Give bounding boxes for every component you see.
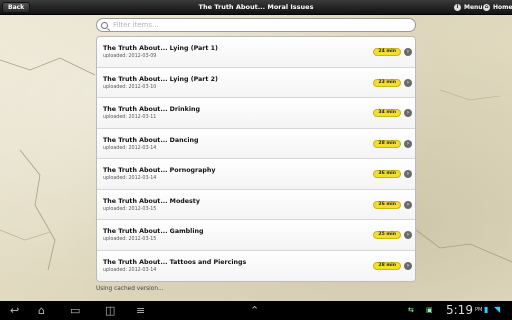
recent-apps-icon[interactable]: ▭ bbox=[70, 304, 80, 317]
usb-icon: ⇆ bbox=[408, 306, 414, 314]
filter-input[interactable] bbox=[113, 21, 403, 29]
item-uploaded: uploaded: 2012-03-14 bbox=[103, 145, 157, 151]
home-label: Home bbox=[493, 4, 512, 11]
screenshot-icon[interactable]: ◫ bbox=[105, 304, 115, 317]
list-item[interactable]: The Truth About... Pornography uploaded:… bbox=[97, 159, 415, 190]
item-uploaded: uploaded: 2012-03-15 bbox=[103, 206, 157, 212]
chevron-right-icon[interactable]: › bbox=[404, 109, 412, 117]
list-item[interactable]: The Truth About... Lying (Part 2) upload… bbox=[97, 67, 415, 98]
duration-badge: 23 min bbox=[373, 78, 401, 87]
list-item[interactable]: The Truth About... Drinking uploaded: 20… bbox=[97, 98, 415, 129]
duration-badge: 28 min bbox=[373, 139, 401, 148]
filter-bar bbox=[96, 18, 416, 32]
item-title: The Truth About... Modesty bbox=[103, 197, 200, 205]
chevron-right-icon[interactable]: › bbox=[404, 261, 412, 270]
clock: 5:19 bbox=[446, 303, 473, 317]
item-uploaded: uploaded: 2012-03-14 bbox=[103, 267, 157, 273]
page-title: The Truth About... Moral Issues bbox=[198, 3, 314, 11]
item-uploaded: uploaded: 2012-03-11 bbox=[103, 115, 157, 120]
item-uploaded: uploaded: 2012-03-09 bbox=[103, 54, 157, 59]
list-item[interactable]: The Truth About... Gambling uploaded: 20… bbox=[97, 220, 415, 251]
home-icon: ⌂ bbox=[483, 4, 490, 11]
system-nav-bar: ↩ ⌂ ▭ ◫ ≡ ⌃ ⇆ ▣ 5:19 PM ▮ ◥ bbox=[0, 301, 512, 320]
top-bar: Back The Truth About... Moral Issues i M… bbox=[0, 0, 512, 15]
chevron-right-icon[interactable]: › bbox=[404, 231, 412, 239]
duration-badge: 26 min bbox=[373, 200, 401, 209]
item-title: The Truth About... Lying (Part 2) bbox=[103, 75, 218, 83]
chevron-right-icon[interactable]: › bbox=[404, 200, 412, 209]
item-title: The Truth About... Drinking bbox=[103, 106, 200, 113]
info-icon: i bbox=[454, 4, 461, 11]
menu-nav-icon[interactable]: ≡ bbox=[136, 304, 145, 317]
battery-icon: ▮ bbox=[484, 305, 489, 314]
item-title: The Truth About... Dancing bbox=[103, 136, 199, 144]
list-item[interactable]: The Truth About... Tattoos and Piercings… bbox=[97, 250, 415, 281]
duration-badge: 24 min bbox=[373, 48, 401, 56]
duration-badge: 28 min bbox=[373, 261, 401, 270]
duration-badge: 25 min bbox=[373, 231, 401, 239]
duration-badge: 34 min bbox=[373, 109, 401, 117]
wifi-icon: ◥ bbox=[494, 305, 501, 314]
chevron-right-icon[interactable]: › bbox=[404, 78, 412, 87]
chevron-up-icon[interactable]: ⌃ bbox=[250, 304, 259, 317]
item-title: The Truth About... Tattoos and Piercings bbox=[103, 258, 247, 266]
list-item[interactable]: The Truth About... Modesty uploaded: 201… bbox=[97, 189, 415, 220]
chevron-right-icon[interactable]: › bbox=[404, 139, 412, 148]
list-item[interactable]: The Truth About... Lying (Part 1) upload… bbox=[97, 37, 415, 68]
item-title: The Truth About... Pornography bbox=[103, 167, 216, 174]
back-nav-icon[interactable]: ↩ bbox=[10, 304, 19, 317]
item-uploaded: uploaded: 2012-03-14 bbox=[103, 176, 157, 181]
search-icon bbox=[101, 21, 108, 29]
item-title: The Truth About... Gambling bbox=[103, 228, 204, 235]
status-text: Using cached version... bbox=[96, 286, 164, 292]
item-uploaded: uploaded: 2012-03-15 bbox=[103, 237, 157, 242]
chevron-right-icon[interactable]: › bbox=[404, 170, 412, 178]
home-button[interactable]: ⌂ Home bbox=[479, 2, 512, 13]
episode-list: The Truth About... Lying (Part 1) upload… bbox=[96, 36, 416, 282]
chevron-right-icon[interactable]: › bbox=[404, 48, 412, 56]
clock-ampm: PM bbox=[475, 307, 483, 313]
item-uploaded: uploaded: 2012-03-10 bbox=[103, 84, 157, 90]
notification-icon: ▣ bbox=[426, 306, 433, 314]
list-item[interactable]: The Truth About... Dancing uploaded: 201… bbox=[97, 128, 415, 159]
duration-badge: 36 min bbox=[373, 170, 401, 178]
item-title: The Truth About... Lying (Part 1) bbox=[103, 45, 218, 52]
home-nav-icon[interactable]: ⌂ bbox=[38, 304, 45, 317]
